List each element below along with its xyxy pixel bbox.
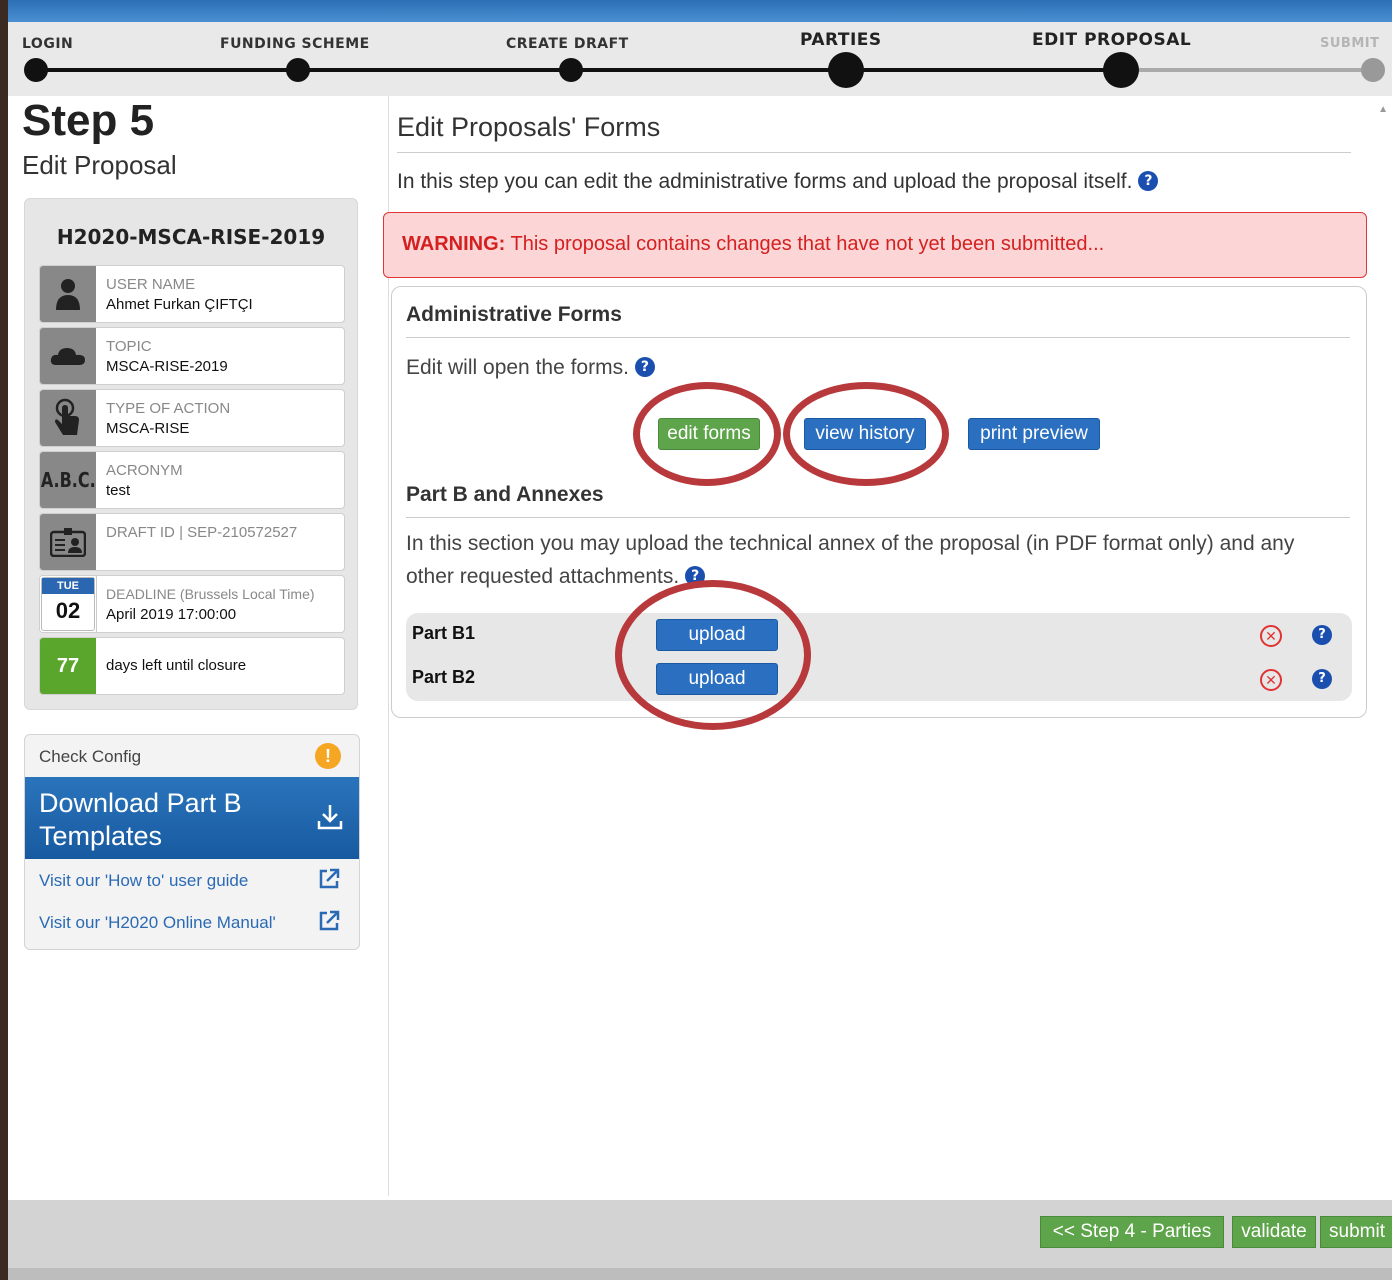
hand-pointer-icon: [40, 390, 96, 446]
footer-strip: [8, 1268, 1392, 1280]
days-left-row: 77 days left until closure: [39, 637, 345, 695]
step-submit-dot: [1361, 58, 1385, 82]
print-preview-button[interactable]: print preview: [968, 418, 1100, 450]
delete-icon[interactable]: ✕: [1260, 625, 1282, 647]
deadline-weekday: TUE: [42, 578, 94, 594]
cloud-icon: [40, 328, 96, 384]
days-left-count: 77: [40, 638, 96, 694]
calendar-icon: TUE 02: [40, 576, 97, 632]
acronym-value: test: [106, 482, 131, 499]
step-funding-scheme-dot[interactable]: [286, 58, 310, 82]
online-manual-link[interactable]: Visit our 'H2020 Online Manual': [39, 913, 276, 933]
check-config-label[interactable]: Check Config: [39, 747, 141, 767]
upload-part-b2-button[interactable]: upload: [656, 663, 778, 695]
draft-id-value: SEP-210572527: [187, 524, 298, 541]
step-submit-label: SUBMIT: [1320, 36, 1380, 51]
how-to-guide-link[interactable]: Visit our 'How to' user guide: [39, 871, 248, 891]
footer-bar: << Step 4 - Parties validate submit: [8, 1200, 1392, 1268]
submit-button[interactable]: submit: [1320, 1216, 1392, 1248]
help-icon[interactable]: ?: [1312, 669, 1332, 689]
acronym-row: A.B.C. ACRONYM test: [39, 451, 345, 509]
progress-line-remaining: [1122, 68, 1372, 72]
person-icon: [40, 266, 96, 322]
warning-banner: WARNING: This proposal contains changes …: [383, 212, 1367, 278]
id-card-icon: [40, 514, 96, 570]
user-name-value: Ahmet Furkan ÇIFTÇI: [106, 296, 253, 313]
topic-value: MSCA-RISE-2019: [106, 358, 228, 375]
step-title: Step 5: [22, 96, 155, 145]
download-part-b-templates-button[interactable]: Download Part B Templates: [25, 777, 359, 859]
topic-row: TOPIC MSCA-RISE-2019: [39, 327, 345, 385]
delete-icon[interactable]: ✕: [1260, 669, 1282, 691]
step-edit-proposal-dot[interactable]: [1103, 52, 1139, 88]
admin-forms-heading: Administrative Forms: [406, 303, 622, 326]
upload-part-b1-button[interactable]: upload: [656, 619, 778, 651]
tools-panel: Check Config ! Download Part B Templates…: [24, 734, 360, 950]
warning-label: WARNING:: [402, 233, 506, 255]
part-b-divider: [406, 517, 1350, 518]
back-to-step-4-button[interactable]: << Step 4 - Parties: [1040, 1216, 1224, 1248]
part-b1-label: Part B1: [412, 623, 476, 643]
external-link-icon[interactable]: [317, 909, 341, 933]
page-title: Edit Proposals' Forms: [397, 112, 661, 142]
intro-text: In this step you can edit the administra…: [397, 170, 1159, 194]
abc-icon: A.B.C.: [40, 452, 96, 508]
admin-forms-text: Edit will open the forms.?: [406, 351, 1336, 384]
deadline-label: DEADLINE (Brussels Local Time): [106, 586, 315, 602]
topic-label: TOPIC: [106, 338, 152, 355]
step-edit-proposal-label: EDIT PROPOSAL: [1032, 30, 1192, 50]
part-b-heading: Part B and Annexes: [406, 483, 604, 506]
title-divider: [397, 152, 1351, 153]
type-of-action-value: MSCA-RISE: [106, 420, 190, 437]
draft-id-row: DRAFT ID | SEP-210572527: [39, 513, 345, 571]
part-b2-label: Part B2: [412, 667, 476, 687]
download-icon: [317, 805, 343, 830]
download-part-b-templates-label: Download Part B Templates: [39, 788, 242, 851]
step-login-dot[interactable]: [24, 58, 48, 82]
scroll-up-icon[interactable]: ▲: [1378, 104, 1388, 115]
step-parties-label: PARTIES: [800, 30, 882, 50]
forms-panel: Administrative Forms Edit will open the …: [391, 286, 1367, 718]
top-bar: [8, 0, 1392, 22]
help-icon[interactable]: ?: [1312, 625, 1332, 645]
part-b-text: In this section you may upload the techn…: [406, 532, 1295, 588]
type-of-action-row: TYPE OF ACTION MSCA-RISE: [39, 389, 345, 447]
help-icon[interactable]: ?: [1138, 171, 1159, 191]
proposal-info-panel: H2020-MSCA-RISE-2019 USER NAME Ahmet Fur…: [24, 198, 358, 710]
type-of-action-label: TYPE OF ACTION: [106, 400, 231, 417]
step-create-draft-label: CREATE DRAFT: [506, 36, 629, 52]
validate-button[interactable]: validate: [1232, 1216, 1316, 1248]
call-identifier: H2020-MSCA-RISE-2019: [56, 225, 326, 249]
main-content: Edit Proposals' Forms In this step you c…: [383, 96, 1379, 1196]
help-icon[interactable]: ?: [685, 566, 706, 586]
edit-forms-button[interactable]: edit forms: [658, 418, 760, 450]
help-icon[interactable]: ?: [634, 357, 655, 377]
step-login-label: LOGIN: [22, 36, 74, 52]
step-funding-scheme-label: FUNDING SCHEME: [220, 36, 370, 52]
admin-divider: [406, 337, 1350, 338]
part-b-upload-list: Part B1 upload ✕ ? Part B2 upload ✕ ?: [406, 613, 1352, 701]
external-link-icon[interactable]: [317, 867, 341, 891]
warning-text: This proposal contains changes that have…: [505, 233, 1105, 255]
draft-id-label: DRAFT ID | SEP-210572527: [106, 524, 298, 541]
step-parties-dot[interactable]: [828, 52, 864, 88]
acronym-label: ACRONYM: [106, 462, 183, 479]
user-name-label: USER NAME: [106, 276, 196, 293]
deadline-day: 02: [55, 598, 81, 623]
deadline-value: April 2019 17:00:00: [106, 606, 237, 623]
view-history-button[interactable]: view history: [804, 418, 926, 450]
warning-icon[interactable]: !: [315, 743, 341, 769]
deadline-row: TUE 02 DEADLINE (Brussels Local Time) Ap…: [39, 575, 345, 633]
user-name-row: USER NAME Ahmet Furkan ÇIFTÇI: [39, 265, 345, 323]
step-subtitle: Edit Proposal: [22, 150, 177, 180]
step-create-draft-dot[interactable]: [559, 58, 583, 82]
progress-stepper: LOGIN FUNDING SCHEME CREATE DRAFT PARTIE…: [8, 22, 1392, 96]
app-window: LOGIN FUNDING SCHEME CREATE DRAFT PARTIE…: [8, 0, 1392, 1280]
days-left-text: days left until closure: [106, 657, 247, 674]
